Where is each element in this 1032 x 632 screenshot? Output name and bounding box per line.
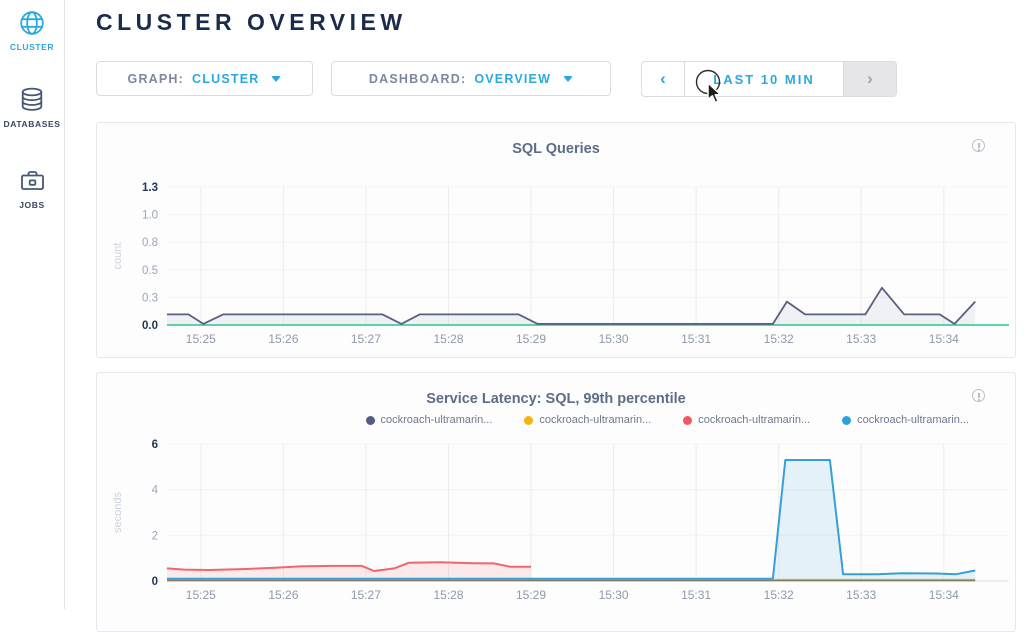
legend-dot [524, 416, 533, 425]
globe-icon [19, 10, 45, 36]
svg-text:15:29: 15:29 [516, 332, 546, 346]
svg-text:15:32: 15:32 [764, 332, 794, 346]
series-fill-sql-queries [167, 288, 975, 325]
sidebar: CLUSTER DATABASES JOBS [0, 0, 65, 609]
svg-text:15:25: 15:25 [186, 332, 216, 346]
svg-text:15:34: 15:34 [929, 588, 959, 602]
svg-text:1.3: 1.3 [142, 182, 158, 194]
legend-item[interactable]: cockroach-ultramarin... [683, 414, 810, 426]
svg-text:15:30: 15:30 [599, 332, 629, 346]
graph-dropdown-value: CLUSTER [192, 72, 259, 86]
legend-dot [683, 416, 692, 425]
svg-text:0.3: 0.3 [142, 292, 158, 304]
svg-text:15:34: 15:34 [929, 332, 959, 346]
chevron-down-icon [563, 76, 573, 82]
svg-text:2: 2 [152, 530, 158, 542]
legend-label: cockroach-ultramarin... [857, 414, 969, 426]
sidebar-item-cluster[interactable]: CLUSTER [0, 10, 64, 52]
svg-text:15:28: 15:28 [433, 588, 463, 602]
dashboard-dropdown-value: OVERVIEW [474, 72, 551, 86]
legend-dot [366, 416, 375, 425]
svg-text:0.8: 0.8 [142, 237, 158, 249]
legend-label: cockroach-ultramarin... [698, 414, 810, 426]
chart-legend: cockroach-ultramarin... cockroach-ultrama… [97, 413, 969, 427]
legend-label: cockroach-ultramarin... [381, 414, 493, 426]
legend-item[interactable]: cockroach-ultramarin... [366, 414, 493, 426]
service-latency-chart-svg: 0 2 4 6 15:25 15:26 15:27 15:28 15:29 15:30 15:31 1… [97, 431, 1017, 610]
svg-text:15:33: 15:33 [846, 588, 876, 602]
sidebar-item-label: DATABASES [3, 119, 60, 129]
svg-text:0: 0 [152, 576, 158, 588]
svg-text:15:31: 15:31 [681, 332, 711, 346]
chart-card-service-latency: Service Latency: SQL, 99th percentile co… [96, 372, 1016, 632]
briefcase-icon [19, 167, 46, 194]
svg-text:15:31: 15:31 [681, 588, 711, 602]
time-prev-button[interactable]: ‹ [642, 62, 684, 96]
sidebar-item-databases[interactable]: DATABASES [0, 86, 64, 129]
legend-item[interactable]: cockroach-ultramarin... [524, 414, 651, 426]
svg-text:15:26: 15:26 [268, 332, 298, 346]
svg-text:15:30: 15:30 [599, 588, 629, 602]
page-title: CLUSTER OVERVIEW [96, 9, 407, 36]
legend-label: cockroach-ultramarin... [539, 414, 651, 426]
time-window-selector: ‹ LAST 10 MIN › [641, 61, 897, 97]
svg-text:15:27: 15:27 [351, 332, 381, 346]
sidebar-item-label: CLUSTER [10, 42, 54, 52]
series-latency-node-4 [167, 460, 975, 579]
svg-text:15:27: 15:27 [351, 588, 381, 602]
graph-dropdown[interactable]: GRAPH: CLUSTER [96, 61, 313, 96]
legend-item[interactable]: cockroach-ultramarin... [842, 414, 969, 426]
svg-text:seconds: seconds [112, 492, 124, 533]
info-icon[interactable] [972, 389, 985, 402]
sidebar-item-label: JOBS [19, 200, 45, 210]
svg-text:0.5: 0.5 [142, 265, 158, 277]
chart-card-sql-queries: SQL Queries 0.0 0.3 0.5 0.8 1.0 1.3 15:25 15:26… [96, 122, 1016, 358]
main-content: CLUSTER OVERVIEW GRAPH: CLUSTER DASHBOAR… [65, 0, 1032, 609]
svg-text:15:29: 15:29 [516, 588, 546, 602]
sql-queries-chart-svg: 0.0 0.3 0.5 0.8 1.0 1.3 15:25 15:26 15:27 15:28 15… [97, 174, 1017, 354]
svg-text:15:28: 15:28 [433, 332, 463, 346]
svg-text:15:33: 15:33 [846, 332, 876, 346]
chart-title: SQL Queries [97, 141, 1015, 157]
legend-dot [842, 416, 851, 425]
controls-row: GRAPH: CLUSTER DASHBOARD: OVERVIEW ‹ LAS… [96, 61, 897, 97]
svg-text:count: count [112, 243, 124, 270]
svg-text:15:25: 15:25 [186, 588, 216, 602]
dashboard-dropdown-label: DASHBOARD: [369, 72, 466, 86]
svg-text:1.0: 1.0 [142, 210, 158, 222]
svg-text:4: 4 [152, 485, 159, 497]
time-range-button[interactable]: LAST 10 MIN [684, 62, 844, 96]
svg-text:0.0: 0.0 [142, 320, 158, 332]
info-icon[interactable] [972, 139, 985, 152]
chart-title: Service Latency: SQL, 99th percentile [97, 391, 1015, 407]
svg-text:15:32: 15:32 [764, 588, 794, 602]
svg-text:6: 6 [152, 439, 158, 451]
time-next-button-disabled[interactable]: › [844, 62, 896, 96]
svg-text:15:26: 15:26 [268, 588, 298, 602]
chevron-down-icon [271, 76, 281, 82]
graph-dropdown-label: GRAPH: [128, 72, 185, 86]
dashboard-dropdown[interactable]: DASHBOARD: OVERVIEW [331, 61, 611, 96]
sidebar-item-jobs[interactable]: JOBS [0, 167, 64, 210]
series-fill-latency-node-4 [167, 460, 975, 581]
database-icon [19, 86, 45, 113]
